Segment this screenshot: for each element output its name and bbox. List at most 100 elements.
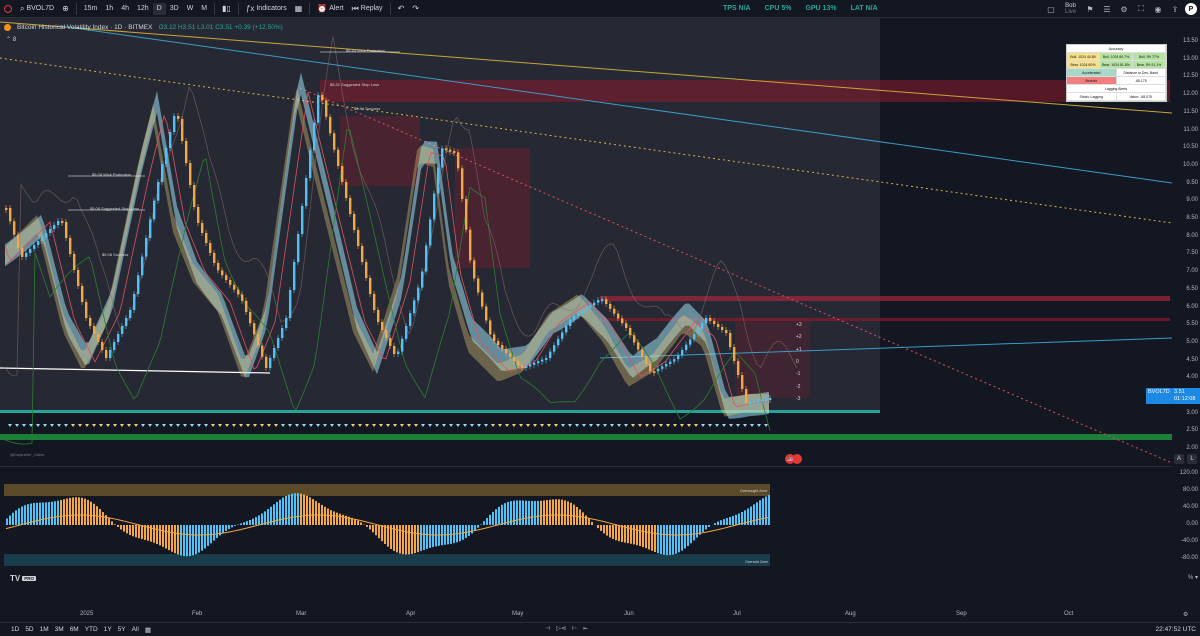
candle-body [413, 300, 416, 314]
osc-bar [420, 525, 422, 552]
candle-body [113, 342, 116, 350]
range-all[interactable]: All [129, 626, 142, 633]
compare-button[interactable]: ⊕ [58, 0, 73, 18]
candle-body [109, 350, 112, 358]
overbought-zone [4, 484, 770, 496]
range-1d[interactable]: 1D [8, 626, 22, 633]
log-scale-button[interactable]: L [1187, 454, 1197, 464]
candle-body [389, 338, 392, 346]
scale-mode-toggle[interactable]: % ▾ [1188, 574, 1198, 581]
range-1y[interactable]: 1Y [101, 626, 115, 633]
interval-1h[interactable]: 1h [101, 0, 117, 18]
price-tick: 13.00 [1182, 55, 1198, 62]
candle-body [509, 353, 512, 357]
candle-body [21, 248, 24, 257]
range-1m[interactable]: 1M [37, 626, 52, 633]
jump-icon[interactable]: ⇤ [583, 625, 588, 632]
fullscreen-icon[interactable]: ⛶ [1134, 2, 1148, 16]
interval-12h[interactable]: 12h [133, 0, 153, 18]
candle-type-button[interactable]: ▮▯ [218, 0, 235, 18]
price-tick: 6.00 [1186, 303, 1198, 310]
signal-marker [463, 424, 467, 427]
flag-events-icon[interactable]: 🇺🇸 [785, 454, 802, 464]
settings-icon[interactable]: ⚙ [1117, 2, 1131, 16]
time-axis-settings-icon[interactable]: ⚙ [1183, 611, 1188, 618]
osc-bar [582, 512, 584, 525]
user-menu[interactable]: Bob Live [1061, 3, 1080, 15]
indicators-button[interactable]: ƒx Indicators [242, 0, 291, 18]
candle-body [189, 163, 192, 185]
interval-15m[interactable]: 15m [80, 0, 102, 18]
chart-canvas[interactable]: +3 +2 +1 0 -1 -2 -3 $5.44 Wick Protectio… [0, 18, 1172, 608]
layout-icon[interactable]: ▢ [1044, 2, 1058, 16]
bitcoin-icon [4, 24, 11, 31]
interval-4h[interactable]: 4h [117, 0, 133, 18]
osc-bar [126, 525, 128, 534]
templates-button[interactable]: ▦ [291, 0, 307, 18]
utc-clock[interactable]: 22:47:52 UTC [1156, 626, 1196, 633]
signal-marker [365, 424, 369, 427]
range-6m[interactable]: 6M [67, 626, 82, 633]
indicators-collapse-button[interactable]: ⌃ 8 [6, 36, 16, 43]
candle-body [153, 200, 156, 220]
watchlist-icon[interactable]: ☰ [1100, 2, 1114, 16]
signal-marker [141, 424, 145, 427]
interval-w[interactable]: W [183, 0, 198, 18]
signal-marker [631, 424, 635, 427]
signal-marker [421, 424, 425, 427]
osc-bar [234, 525, 236, 526]
candle-body [753, 401, 756, 404]
range-5y[interactable]: 5Y [115, 626, 129, 633]
indicators-icon: ƒx [245, 4, 255, 13]
osc-bar [636, 525, 638, 546]
table-cell: Bull. R9 77% [1133, 53, 1166, 60]
price-tick: 11.00 [1183, 126, 1198, 133]
candle-body [321, 94, 324, 101]
osc-bar [333, 511, 335, 525]
avatar[interactable]: P [1185, 3, 1197, 15]
alert-button[interactable]: ⏰ Alert [313, 0, 347, 18]
osc-bar [195, 525, 197, 555]
divider [214, 2, 216, 15]
osc-bar [252, 518, 254, 525]
osc-bar [612, 525, 614, 539]
range-5d[interactable]: 5D [22, 626, 36, 633]
interval-d[interactable]: D [152, 2, 166, 15]
undo-button[interactable]: ↶ [394, 0, 409, 18]
interval-m[interactable]: M [197, 0, 211, 18]
time-axis[interactable]: 2025 Feb Mar Apr May Jun Jul Aug Sep Oct… [0, 608, 1188, 622]
logo-icon[interactable] [0, 0, 16, 18]
step-forward-icon[interactable]: ⊢ [572, 625, 577, 632]
candle-body [489, 320, 492, 335]
camera-icon[interactable]: ◉ [1151, 2, 1165, 16]
redo-button[interactable]: ↷ [408, 0, 423, 18]
publish-icon[interactable]: ⇪ [1168, 2, 1182, 16]
candle-body [253, 323, 256, 335]
flag-icon[interactable]: ⚑ [1083, 2, 1097, 16]
range-ytd[interactable]: YTD [82, 626, 101, 633]
band-label: -1 [796, 371, 801, 377]
candle-body [169, 132, 172, 148]
osc-bar [12, 512, 14, 525]
osc-bar [516, 500, 518, 525]
interval-3d[interactable]: 3D [166, 0, 183, 18]
candle-body [341, 166, 344, 182]
range-3m[interactable]: 3M [52, 626, 67, 633]
chart-legend[interactable]: Bitcoin Historical Volatility Index · 1D… [4, 24, 283, 31]
replay-button[interactable]: ⏮ Replay [348, 0, 387, 18]
step-back-icon[interactable]: ⊣ [545, 625, 550, 632]
tradingview-logo[interactable]: TV PRO [10, 574, 36, 583]
signal-marker [757, 424, 761, 427]
main-chart[interactable]: +3 +2 +1 0 -1 -2 -3 $5.44 Wick Protectio… [0, 18, 1172, 608]
signal-marker [624, 424, 628, 427]
candle-body [313, 122, 316, 151]
price-axis[interactable]: 13.50 13.00 12.50 12.00 11.50 11.00 10.50 10.00… [1172, 18, 1200, 608]
play-icon[interactable]: ▷⊲ [556, 625, 566, 632]
candle-body [361, 246, 364, 262]
symbol-search-button[interactable]: ⌕ BVOL7D [16, 0, 58, 18]
date-range-icon[interactable]: ▦ [142, 626, 154, 634]
signal-marker [106, 424, 110, 427]
auto-scale-button[interactable]: A [1174, 454, 1184, 464]
osc-bar [468, 525, 470, 536]
signal-marker [197, 424, 201, 427]
